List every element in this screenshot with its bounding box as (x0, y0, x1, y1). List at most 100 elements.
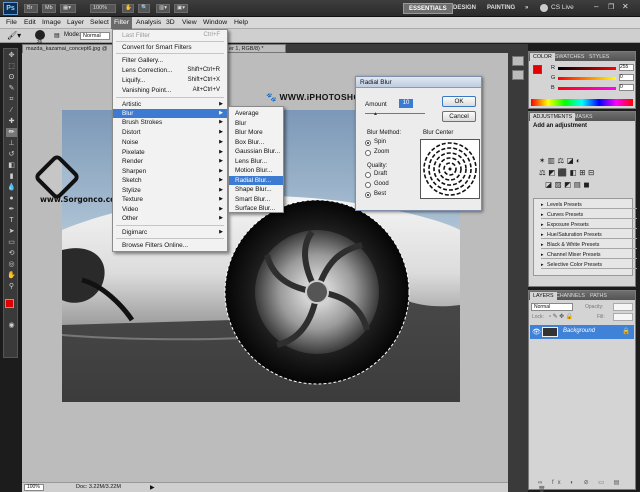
menu-item-stylize[interactable]: Stylize ▶ (113, 186, 227, 195)
menu-item-pixelate[interactable]: Pixelate ▶ (113, 148, 227, 157)
zoom-level-select[interactable]: 100% (90, 4, 116, 13)
submenu-item-average[interactable]: Average (229, 109, 283, 118)
menu-item-other[interactable]: Other ▶ (113, 214, 227, 223)
layer-visibility-eye-icon[interactable]: 👁 (532, 328, 541, 336)
zoom-tool-icon[interactable]: ⚲ (6, 282, 17, 291)
amount-slider-thumb[interactable]: ▲ (373, 111, 378, 117)
g-slider[interactable] (558, 77, 616, 80)
best-radio[interactable] (365, 192, 371, 198)
submenu-item-shape-blur[interactable]: Shape Blur... (229, 185, 283, 194)
menu-item-sketch[interactable]: Sketch ▶ (113, 176, 227, 185)
draft-radio[interactable] (365, 172, 371, 178)
actions-panel-icon[interactable] (512, 70, 524, 80)
launch-bridge-icon[interactable]: Br (24, 4, 38, 13)
b-slider[interactable] (558, 87, 616, 90)
healing-brush-tool-icon[interactable]: ✚ (6, 117, 17, 126)
preset-selective-color[interactable]: Selective Color Presets (541, 262, 637, 269)
menu-item-digimarc[interactable]: Digimarc ▶ (113, 228, 227, 237)
gradient-tool-icon[interactable]: ▮ (6, 172, 17, 181)
menu-item-filter-gallery[interactable]: Filter Gallery... (113, 56, 227, 65)
zoom-tool-icon[interactable]: 🔍 (138, 4, 150, 13)
menu-filter[interactable]: Filter (111, 17, 133, 29)
good-radio[interactable] (365, 182, 371, 188)
g-value[interactable]: 0 (619, 74, 634, 81)
tab-styles[interactable]: STYLES (586, 53, 612, 61)
menu-item-blur[interactable]: Blur ▶ (113, 109, 227, 118)
workspace-essentials[interactable]: ESSENTIALS (403, 3, 453, 14)
minimize-icon[interactable]: – (594, 2, 598, 11)
amount-input[interactable]: 10 (399, 99, 413, 108)
eraser-tool-icon[interactable]: ◧ (6, 161, 17, 170)
document-tab[interactable]: mazda_kazamai_concept6.jpg @ 100% (22, 44, 114, 60)
lasso-tool-icon[interactable]: ʘ (6, 73, 17, 82)
foreground-color-chip[interactable] (533, 65, 542, 74)
menu-item-last-filter[interactable]: Last Filter Ctrl+F (113, 31, 227, 40)
submenu-item-smart-blur[interactable]: Smart Blur... (229, 195, 283, 204)
lock-icons[interactable]: ▫✎✥🔒 (549, 313, 575, 320)
submenu-item-surface-blur[interactable]: Surface Blur... (229, 204, 283, 213)
workspace-painting[interactable]: PAINTING (482, 3, 520, 14)
foreground-color-swatch[interactable] (5, 299, 14, 308)
menu-edit[interactable]: Edit (21, 17, 39, 29)
cs-live-label[interactable]: CS Live (551, 4, 574, 11)
status-zoom-field[interactable]: 100% (24, 484, 44, 491)
submenu-item-blur-more[interactable]: Blur More (229, 128, 283, 137)
tab-swatches[interactable]: SWATCHES (552, 53, 587, 61)
marquee-tool-icon[interactable]: ⬚ (6, 62, 17, 71)
submenu-item-gaussian-blur[interactable]: Gaussian Blur... (229, 147, 283, 156)
hand-tool-icon[interactable]: ✋ (6, 271, 17, 280)
type-tool-icon[interactable]: T (6, 216, 17, 225)
preset-channel-mixer[interactable]: Channel Mixer Presets (541, 252, 637, 259)
document-tab-2[interactable]: er 1, RGB/8) * (226, 44, 286, 53)
r-slider[interactable] (558, 67, 616, 70)
launch-mini-bridge-icon[interactable]: Mb (42, 4, 56, 13)
submenu-item-box-blur[interactable]: Box Blur... (229, 138, 283, 147)
menu-image[interactable]: Image (39, 17, 64, 29)
menu-view[interactable]: View (179, 17, 200, 29)
menu-item-vanishing-point[interactable]: Vanishing Point... Alt+Ctrl+V (113, 86, 227, 95)
screen-mode-button[interactable]: ▣▾ (174, 4, 188, 13)
tab-paths[interactable]: PATHS (587, 292, 610, 300)
menu-layer[interactable]: Layer (64, 17, 87, 29)
move-tool-icon[interactable]: ✥ (6, 51, 17, 60)
zoom-radio[interactable] (365, 150, 371, 156)
adjustment-icons-row-2[interactable]: ⚖◩⬛◧⊞⊟ (539, 168, 627, 177)
tab-channels[interactable]: CHANNELS (553, 292, 588, 300)
pen-tool-icon[interactable]: ✒ (6, 205, 17, 214)
menu-item-brush-strokes[interactable]: Brush Strokes ▶ (113, 118, 227, 127)
restore-icon[interactable]: ❐ (608, 3, 614, 11)
mode-select[interactable]: Normal (80, 32, 110, 40)
menu-item-convert-smart-filters[interactable]: Convert for Smart Filters (113, 43, 227, 52)
menu-help[interactable]: Help (231, 17, 251, 29)
blur-tool-icon[interactable]: 💧 (6, 183, 17, 192)
tab-adjustments[interactable]: ADJUSTMENTS (530, 113, 576, 121)
brush-tool-icon[interactable]: ✏ (6, 128, 17, 137)
adjustment-icons-row-3[interactable]: ◪▨◩▤◼ (545, 180, 627, 189)
fill-field[interactable] (613, 313, 633, 321)
opacity-field[interactable] (613, 303, 633, 311)
status-menu-arrow-icon[interactable]: ▶ (150, 484, 155, 491)
arrange-documents-button[interactable]: ▥▾ (156, 4, 170, 13)
menu-item-texture[interactable]: Texture ▶ (113, 195, 227, 204)
blur-center-preview[interactable] (420, 139, 480, 199)
clone-stamp-tool-icon[interactable]: ⊥ (6, 139, 17, 148)
dodge-tool-icon[interactable]: ● (6, 194, 17, 203)
menu-item-sharpen[interactable]: Sharpen ▶ (113, 167, 227, 176)
crop-tool-icon[interactable]: ⌗ (6, 95, 17, 104)
preset-curves[interactable]: Curves Presets (541, 212, 637, 219)
layer-name[interactable]: Background (563, 328, 595, 334)
cancel-button[interactable]: Cancel (442, 111, 476, 122)
hand-tool-icon[interactable]: ✋ (122, 4, 134, 13)
eyedropper-tool-icon[interactable]: ⁄ (6, 106, 17, 115)
history-brush-tool-icon[interactable]: ↺ (6, 150, 17, 159)
layer-row-background[interactable]: 👁 Background 🔒 (530, 325, 634, 339)
preset-hue-saturation[interactable]: Hue/Saturation Presets (541, 232, 637, 239)
menu-file[interactable]: File (3, 17, 20, 29)
quick-mask-icon[interactable]: ◉ (6, 321, 17, 330)
blend-mode-select[interactable]: Normal (531, 303, 573, 311)
menu-analysis[interactable]: Analysis (133, 17, 164, 29)
shape-tool-icon[interactable]: ▭ (6, 238, 17, 247)
spin-radio[interactable] (365, 140, 371, 146)
menu-item-lens-correction[interactable]: Lens Correction... Shift+Ctrl+R (113, 66, 227, 75)
menu-item-video[interactable]: Video ▶ (113, 205, 227, 214)
